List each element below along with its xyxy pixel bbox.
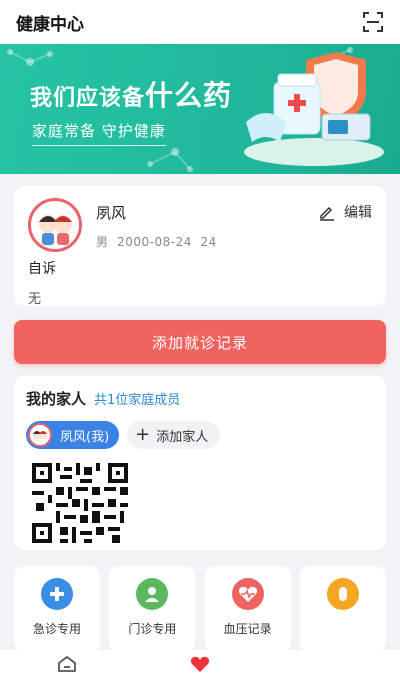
avatar[interactable] <box>28 198 82 252</box>
banner-subtitle: 家庭常备 守护健康 <box>32 120 166 146</box>
quick-actions: 急诊专用 门诊专用 血压记录 <box>14 566 386 652</box>
tab-home[interactable] <box>52 652 82 676</box>
home-icon <box>57 656 76 672</box>
quick-more[interactable] <box>299 566 386 652</box>
tab-empty <box>318 652 348 676</box>
quick-emergency[interactable]: 急诊专用 <box>14 566 100 652</box>
family-title: 我的家人 <box>26 390 87 408</box>
profile-card: 夙风 男 2000-08-24 24 编辑 自诉 无 <box>14 186 386 307</box>
promo-banner[interactable]: 我们应该备什么药 家庭常备 守护健康 <box>0 44 400 174</box>
tab-health[interactable] <box>185 652 215 676</box>
page-title: 健康中心 <box>16 14 84 35</box>
complaint-value: 无 <box>28 292 42 307</box>
member-avatar <box>28 423 52 447</box>
add-family-button[interactable]: + 添加家人 <box>127 421 221 449</box>
user-icon <box>136 578 169 610</box>
profile-name: 夙风 <box>96 204 127 222</box>
qr-code[interactable] <box>32 463 128 543</box>
capsule-icon <box>326 578 359 610</box>
add-record-button[interactable]: 添加就诊记录 <box>14 320 386 364</box>
edit-icon <box>320 206 334 221</box>
family-count[interactable]: 共1位家庭成员 <box>94 389 180 408</box>
quick-blood-pressure[interactable]: 血压记录 <box>204 566 291 652</box>
quick-outpatient[interactable]: 门诊专用 <box>109 566 196 652</box>
heart-pulse-icon <box>231 578 264 610</box>
family-member-chip[interactable]: 夙风(我) <box>26 421 120 449</box>
top-bar: 健康中心 <box>0 0 400 44</box>
scan-icon[interactable] <box>362 11 384 33</box>
banner-title: 我们应该备什么药 <box>30 79 233 112</box>
medicine-illustration <box>244 52 384 166</box>
medical-plus-icon <box>41 578 73 610</box>
plus-icon: + <box>135 424 151 445</box>
family-card: 我的家人 共1位家庭成员 夙风(我) + 添加家人 <box>14 376 386 550</box>
edit-button[interactable]: 编辑 <box>318 198 372 222</box>
complaint-label: 自诉 <box>28 261 56 277</box>
heart-icon <box>190 656 210 672</box>
profile-meta: 男 2000-08-24 24 <box>96 235 217 249</box>
bottom-tab-bar <box>0 650 400 678</box>
